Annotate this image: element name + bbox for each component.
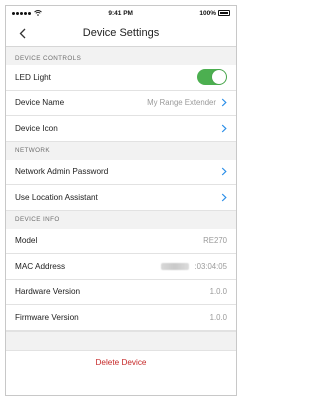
use-location-assistant-label: Use Location Assistant	[15, 192, 98, 202]
battery-percent: 100%	[199, 9, 216, 17]
nav-bar: Device Settings	[6, 20, 236, 47]
chevron-right-icon	[221, 167, 227, 176]
mac-redacted-block	[161, 262, 190, 270]
status-bar: 9:41 PM 100%	[6, 6, 236, 20]
signal-strength-icon	[12, 11, 31, 15]
wifi-icon	[34, 10, 42, 16]
row-mac-address: MAC Address :03:04:05	[6, 254, 236, 280]
toggle-knob	[212, 70, 226, 85]
model-value: RE270	[203, 236, 227, 246]
signal-group	[12, 10, 42, 16]
device-name-value: My Range Extender	[147, 98, 216, 108]
hardware-version-label: Hardware Version	[15, 287, 81, 297]
back-button[interactable]	[14, 25, 30, 41]
chevron-left-icon	[19, 28, 25, 38]
section-header-network: NETWORK	[6, 141, 236, 160]
firmware-version-label: Firmware Version	[15, 312, 79, 322]
hardware-version-value: 1.0.0	[209, 287, 227, 297]
model-label: Model	[15, 236, 38, 246]
delete-device-button[interactable]: Delete Device	[6, 351, 236, 375]
phone-frame: 9:41 PM 100% Device Settings DEVICE CONT…	[5, 5, 237, 396]
battery-icon	[217, 10, 230, 16]
status-time: 9:41 PM	[108, 9, 133, 17]
row-device-name[interactable]: Device Name My Range Extender	[6, 90, 236, 116]
chevron-right-icon	[221, 193, 227, 202]
row-led-light: LED Light	[6, 65, 236, 91]
led-light-toggle[interactable]	[197, 69, 227, 86]
row-network-admin-password[interactable]: Network Admin Password	[6, 159, 236, 185]
chevron-right-icon	[221, 124, 227, 133]
chevron-right-icon	[221, 98, 227, 107]
page-title: Device Settings	[82, 27, 160, 39]
device-name-label: Device Name	[15, 98, 65, 108]
row-hardware-version: Hardware Version 1.0.0	[6, 279, 236, 305]
section-spacer	[6, 330, 236, 351]
section-header-device-info: DEVICE INFO	[6, 210, 236, 229]
firmware-version-value: 1.0.0	[209, 312, 227, 322]
led-light-label: LED Light	[15, 72, 51, 82]
device-icon-label: Device Icon	[15, 123, 58, 133]
row-model: Model RE270	[6, 228, 236, 254]
mac-address-value: :03:04:05	[194, 261, 227, 271]
mac-address-label: MAC Address	[15, 261, 66, 271]
section-header-device-controls: DEVICE CONTROLS	[6, 51, 236, 65]
network-admin-password-label: Network Admin Password	[15, 167, 109, 177]
row-firmware-version: Firmware Version 1.0.0	[6, 305, 236, 331]
row-use-location-assistant[interactable]: Use Location Assistant	[6, 185, 236, 211]
row-device-icon[interactable]: Device Icon	[6, 116, 236, 142]
battery-group: 100%	[199, 10, 230, 17]
